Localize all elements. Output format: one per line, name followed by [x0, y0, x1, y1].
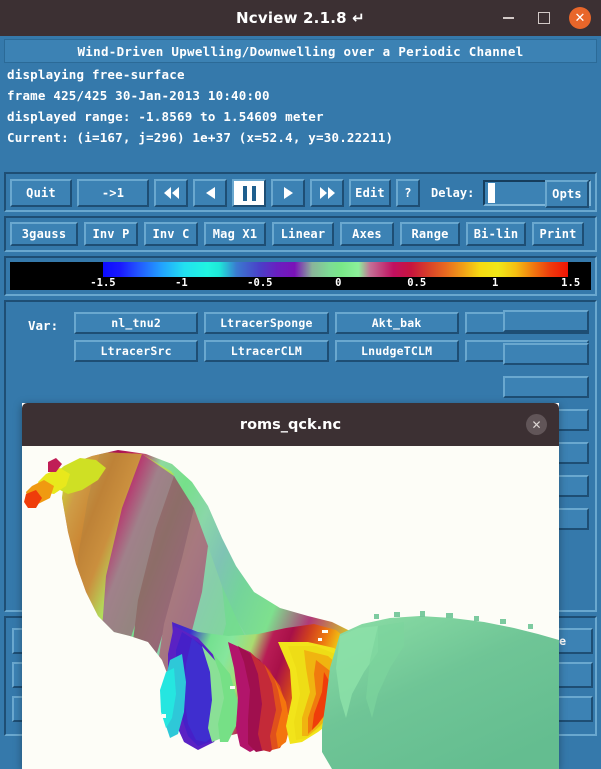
window-controls: ✕: [497, 0, 591, 36]
option-button-inv-c[interactable]: Inv C: [144, 222, 198, 246]
window-title: Ncview 2.1.8 ↵: [236, 9, 365, 27]
colorbar-tick-6: 1.5: [561, 277, 581, 289]
maximize-icon[interactable]: [533, 7, 555, 29]
plot-window-title: roms_qck.nc: [239, 416, 342, 433]
option-button-axes[interactable]: Axes: [340, 222, 394, 246]
colorbar[interactable]: -1.5 -1 -0.5 0 0.5 1 1.5: [10, 262, 591, 290]
display-options-row: 3gauss Inv P Inv C Mag X1 Linear Axes Range Bi-…: [10, 222, 584, 246]
pause-icon[interactable]: [232, 179, 266, 207]
colorbar-panel: -1.5 -1 -0.5 0 0.5 1 1.5: [4, 256, 597, 296]
delay-label: Delay:: [431, 186, 475, 200]
info-panel: displaying free-surface frame 425/425 30…: [0, 64, 601, 168]
step-forward-icon[interactable]: [271, 179, 305, 207]
edit-button[interactable]: Edit: [349, 179, 391, 207]
data-field-plot: [22, 446, 559, 769]
minimize-icon[interactable]: [497, 7, 519, 29]
info-frame: frame 425/425 30-Jan-2013 10:40:00: [7, 88, 270, 103]
info-range: displayed range: -1.8569 to 1.54609 mete…: [7, 109, 324, 124]
variable-button-akt_bak[interactable]: Akt_bak: [334, 312, 459, 334]
options-button[interactable]: Opts: [545, 180, 589, 208]
variable-button-ltracersponge[interactable]: LtracerSponge: [204, 312, 329, 334]
variable-label: Var:: [28, 318, 59, 333]
option-button-3gauss[interactable]: 3gauss: [10, 222, 78, 246]
variable-button-hidden-3[interactable]: [503, 376, 589, 398]
plot-window: roms_qck.nc ✕: [22, 403, 559, 769]
colorbar-tick-1: -1: [175, 277, 188, 289]
close-icon[interactable]: ✕: [569, 7, 591, 29]
rewind-fast-icon[interactable]: [154, 179, 188, 207]
variable-button-lnudgetclm[interactable]: LnudgeTCLM: [334, 340, 459, 362]
option-button-inv-p[interactable]: Inv P: [84, 222, 138, 246]
variable-button-hidden-2[interactable]: [503, 343, 589, 365]
text-caret: [488, 183, 496, 203]
window-titlebar: Ncview 2.1.8 ↵ ✕: [0, 0, 601, 36]
plot-window-titlebar: roms_qck.nc ✕: [22, 403, 559, 446]
option-button-bi-lin[interactable]: Bi-lin: [466, 222, 526, 246]
playback-toolbar: Quit ->1 Edit ? Delay: Opts: [4, 172, 597, 212]
colorbar-tick-0: -1.5: [90, 277, 116, 289]
close-icon[interactable]: ✕: [526, 414, 547, 435]
variable-button-ltracersrc[interactable]: LtracerSrc: [74, 340, 199, 362]
option-button-mag-x1[interactable]: Mag X1: [204, 222, 266, 246]
colorbar-tick-2: -0.5: [247, 277, 273, 289]
option-button-print[interactable]: Print: [532, 222, 584, 246]
plot-canvas[interactable]: [22, 446, 559, 769]
variable-button-ltracerclm[interactable]: LtracerCLM: [204, 340, 329, 362]
quit-button[interactable]: Quit: [10, 179, 72, 207]
colorbar-tick-4: 0.5: [407, 277, 427, 289]
option-button-range[interactable]: Range: [400, 222, 460, 246]
help-button[interactable]: ?: [396, 179, 420, 207]
colorbar-gradient: [10, 262, 591, 277]
go-to-first-frame-button[interactable]: ->1: [77, 179, 149, 207]
banner-text: Wind-Driven Upwelling/Downwelling over a…: [77, 43, 524, 59]
colorbar-tick-5: 1: [491, 277, 499, 289]
title-banner: Wind-Driven Upwelling/Downwelling over a…: [4, 39, 597, 63]
info-displaying-var: displaying free-surface: [7, 67, 185, 82]
variable-button-hidden-1[interactable]: [503, 310, 589, 332]
step-back-icon[interactable]: [193, 179, 227, 207]
display-options-toolbar: 3gauss Inv P Inv C Mag X1 Linear Axes Range Bi-…: [4, 216, 597, 252]
variable-button-nl_tnu2[interactable]: nl_tnu2: [74, 312, 199, 334]
colorbar-ticks: -1.5 -1 -0.5 0 0.5 1 1.5: [10, 277, 591, 290]
option-button-linear[interactable]: Linear: [272, 222, 334, 246]
colorbar-tick-3: 0: [335, 277, 342, 289]
green-shelf: [322, 616, 559, 769]
fast-forward-icon[interactable]: [310, 179, 344, 207]
ncview-app: Wind-Driven Upwelling/Downwelling over a…: [0, 36, 601, 769]
info-current-point: Current: (i=167, j=296) 1e+37 (x=52.4, y…: [7, 130, 394, 145]
